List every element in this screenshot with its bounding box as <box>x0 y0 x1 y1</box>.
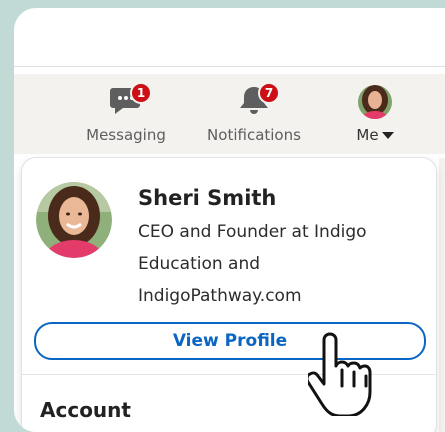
profile-headline: CEO and Founder at Indigo Education and … <box>138 216 428 312</box>
me-text: Me <box>356 126 379 144</box>
header-divider <box>14 66 445 67</box>
nav-messaging-label: Messaging <box>86 126 166 144</box>
nav-me-label: Me <box>340 126 410 144</box>
headline-line-1: CEO and Founder at Indigo <box>138 222 367 242</box>
profile-photo-image <box>36 182 112 258</box>
nav-notifications[interactable]: 7 Notifications <box>194 82 314 144</box>
headline-line-3: IndigoPathway.com <box>138 286 302 306</box>
headline-line-2: Education and <box>138 254 261 274</box>
notifications-badge: 7 <box>258 82 280 104</box>
account-section-heading: Account <box>40 398 131 422</box>
profile-photo[interactable] <box>36 182 112 258</box>
nav-notifications-label: Notifications <box>207 126 301 144</box>
profile-name: Sheri Smith <box>138 186 277 210</box>
linkedin-window: 1 Messaging 7 Notifications Me Sheri Smi… <box>14 8 445 432</box>
background-strip <box>439 158 445 432</box>
caret-down-icon <box>381 132 394 139</box>
nav-me[interactable]: Me <box>340 84 410 144</box>
hand-pointer-cursor-icon <box>308 332 372 416</box>
messaging-badge: 1 <box>130 82 152 104</box>
top-navigation: 1 Messaging 7 Notifications Me <box>14 74 445 154</box>
nav-messaging[interactable]: 1 Messaging <box>78 82 174 144</box>
profile-avatar-small <box>358 85 392 119</box>
